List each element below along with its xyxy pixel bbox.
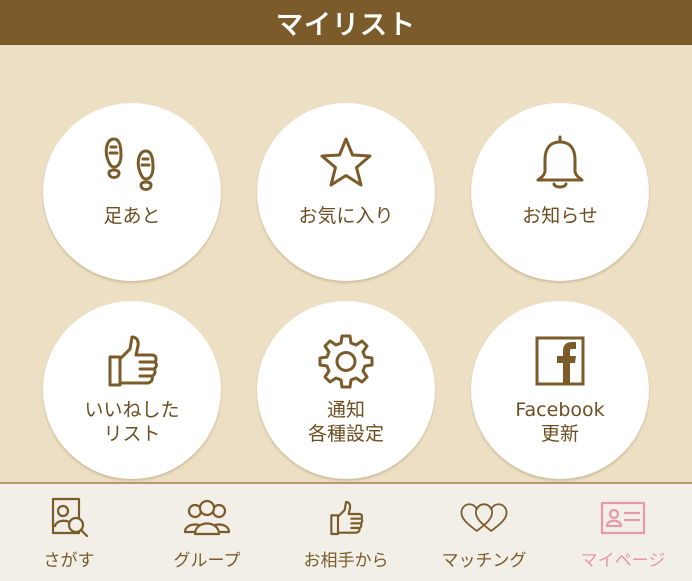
- search-profile-icon: [44, 497, 94, 538]
- tab-search-label: さがす: [43, 551, 95, 571]
- notifications-button[interactable]: お知らせ: [471, 103, 649, 281]
- facebook-icon: [530, 331, 590, 391]
- favorites-button[interactable]: お気に入り: [257, 103, 435, 281]
- id-card-icon: [598, 498, 648, 538]
- notifications-label: お知らせ: [522, 205, 598, 227]
- liked-list-label: いいねした リスト: [84, 399, 180, 445]
- hearts-icon: [459, 498, 509, 538]
- group-icon: [182, 498, 232, 538]
- tab-search[interactable]: さがす: [0, 484, 138, 581]
- facebook-update-label: Facebook 更新: [515, 399, 605, 445]
- tab-matching[interactable]: マッチング: [415, 484, 553, 581]
- star-icon: [316, 133, 376, 193]
- tab-mypage[interactable]: マイページ: [554, 484, 692, 581]
- tab-from-partner[interactable]: お相手から: [277, 484, 415, 581]
- tab-from-partner-label: お相手から: [303, 551, 389, 571]
- liked-list-button[interactable]: いいねした リスト: [43, 301, 221, 479]
- thumbs-up-icon: [102, 331, 162, 391]
- thumbs-up-icon: [321, 498, 371, 538]
- facebook-update-button[interactable]: Facebook 更新: [471, 301, 649, 479]
- mylist-grid: 足あと お気に入り お知らせ いいねした リスト 通知 各種設定 Faceboo…: [0, 45, 692, 482]
- footprints-icon: [102, 133, 162, 193]
- page-title: マイリスト: [0, 0, 692, 45]
- notification-settings-label: 通知 各種設定: [307, 399, 384, 445]
- bell-icon: [530, 133, 590, 193]
- footprints-button[interactable]: 足あと: [43, 103, 221, 281]
- tab-matching-label: マッチング: [441, 551, 527, 571]
- tab-group[interactable]: グループ: [138, 484, 276, 581]
- bottom-tab-bar: さがす グループ お相手から マッチング マイページ: [0, 482, 692, 581]
- gear-icon: [316, 331, 376, 391]
- tab-mypage-label: マイページ: [580, 551, 666, 571]
- footprints-label: 足あと: [103, 205, 161, 227]
- tab-group-label: グループ: [173, 551, 241, 571]
- favorites-label: お気に入り: [298, 205, 394, 227]
- notification-settings-button[interactable]: 通知 各種設定: [257, 301, 435, 479]
